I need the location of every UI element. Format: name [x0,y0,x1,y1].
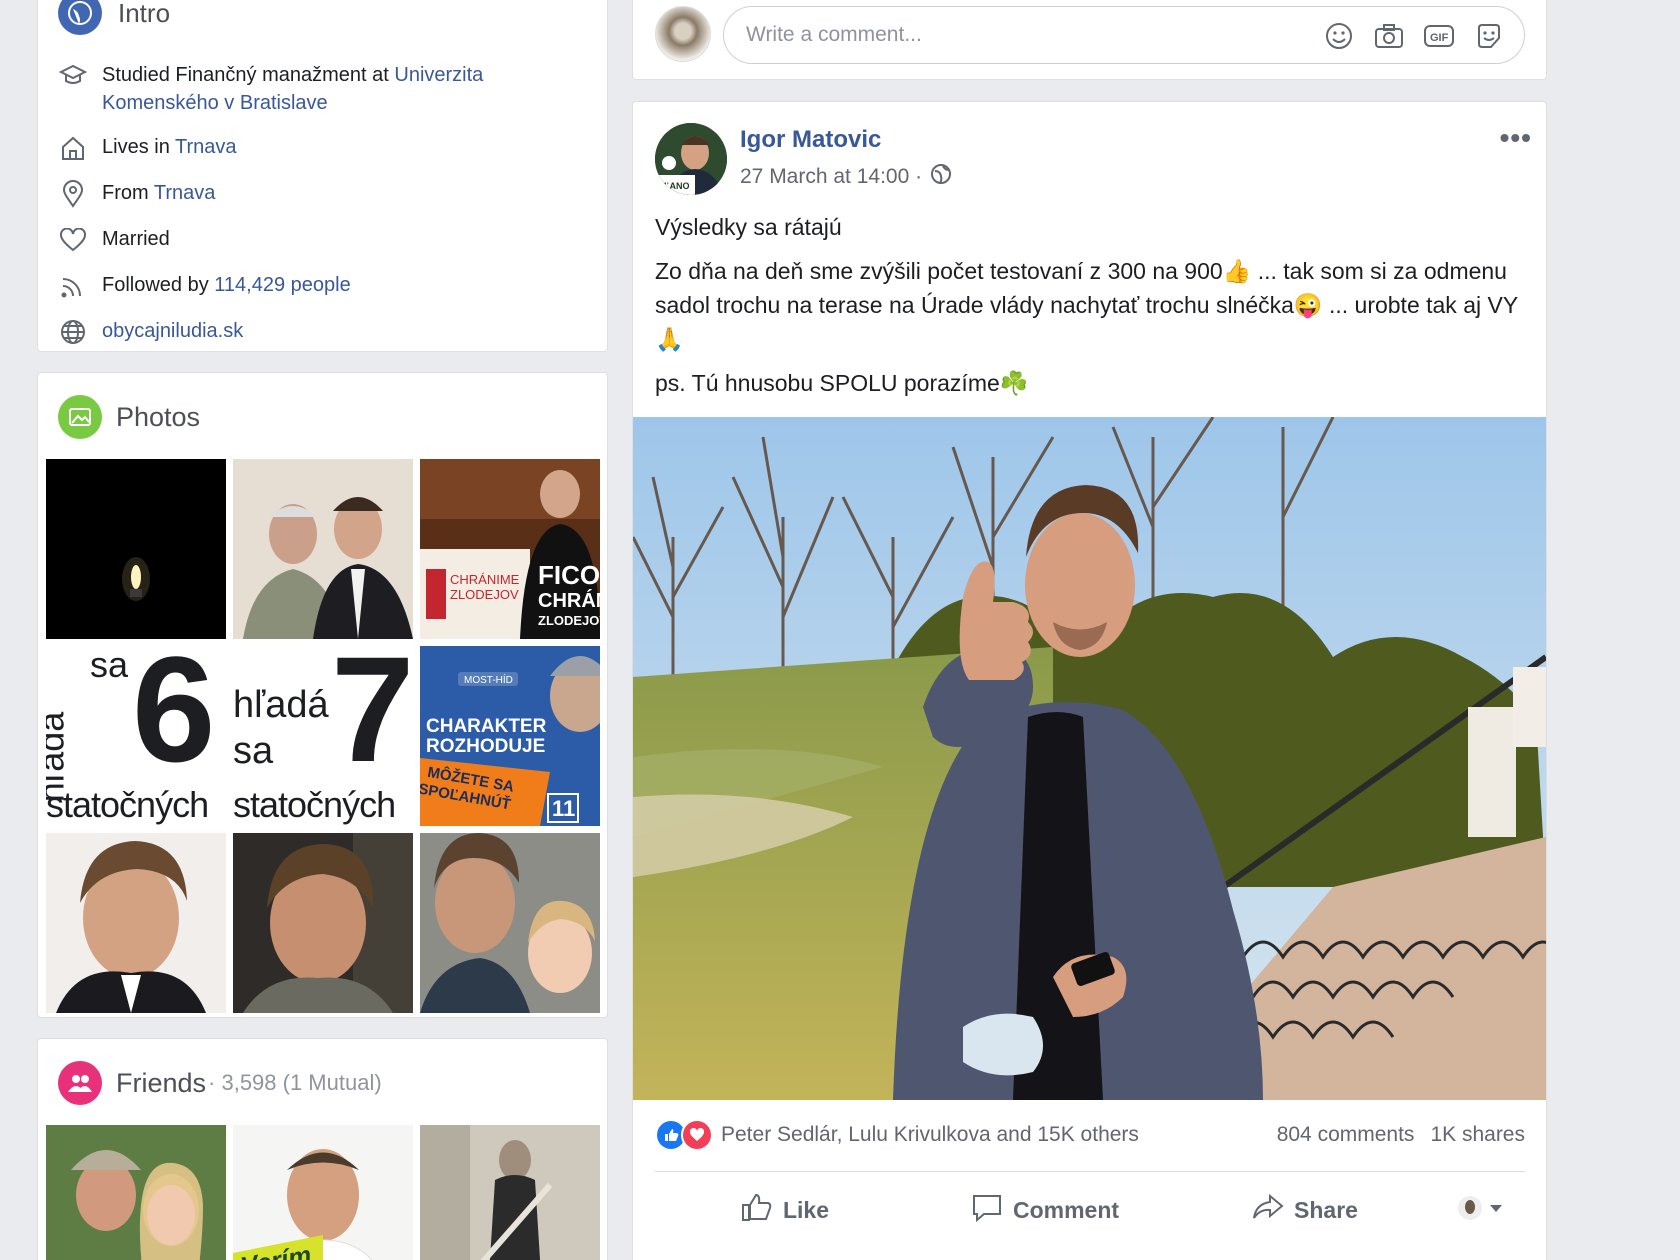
emoji-icon[interactable] [1324,21,1354,51]
svg-text:ZLODEJOV: ZLODEJOV [450,587,519,602]
intro-header: Intro [58,0,170,35]
intro-card: Intro Studied Finančný manažment at Univ… [37,0,608,352]
photo-parliament[interactable]: CHRÁNIME ZLODEJOV FICO CHRÁNI ZLODEJOV [420,459,600,639]
like-button[interactable]: Like [655,1192,915,1228]
gif-icon[interactable]: GIF [1424,21,1454,51]
photo-two-men[interactable] [233,459,413,639]
post-text-title: Výsledky sa rátajú [655,214,842,240]
post-card: OĽANO Igor Matovic 27 March at 14:00 · •… [632,101,1547,1260]
share-button[interactable]: Share [1175,1193,1435,1227]
post-text-ps: ps. Tú hnusobu SPOLU porazíme☘️ [655,370,1029,396]
web-globe-icon [58,317,88,347]
public-globe-icon[interactable] [930,163,952,191]
location-pin-icon [58,179,88,209]
small-avatar-icon [1457,1195,1483,1226]
home-icon [58,133,88,163]
svg-text:Verím: Verím [238,1239,313,1260]
photo-most-hid-poster[interactable]: MOST-HÍD CHARAKTER ROZHODUJE MÔŽETE SA S… [420,646,600,826]
friends-icon [58,1061,102,1105]
post-text: Výsledky sa rátajú Zo dňa na deň sme zvý… [655,210,1525,410]
comment-button[interactable]: Comment [915,1192,1175,1228]
share-label: Share [1294,1196,1358,1223]
intro-title: Intro [118,0,171,28]
intro-relationship: Married [58,225,588,255]
svg-text:11: 11 [552,796,575,821]
svg-text:CHRÁNIME: CHRÁNIME [450,572,520,587]
comment-input[interactable]: Write a comment... GIF [723,6,1525,64]
comment-label: Comment [1012,1196,1120,1223]
photos-icon [58,395,102,439]
lives-link[interactable]: Trnava [175,136,237,158]
friend-photo-couple[interactable] [46,1125,226,1260]
post-actions: Like Comment Share [655,1180,1525,1240]
reactions-bar: Peter Sedlár, Lulu Krivulkova and 15K ot… [655,1119,1525,1151]
photo-hlada-sa-7[interactable]: hľadá sa 7 statočných [233,646,413,826]
rss-icon [58,271,88,301]
shares-count[interactable]: 1K shares [1430,1123,1525,1147]
friends-title: Friends [116,1067,207,1098]
photos-grid: CHRÁNIME ZLODEJOV FICO CHRÁNI ZLODEJOV h… [46,459,600,1013]
comment-placeholder: Write a comment... [746,23,922,46]
svg-text:CHRÁNI: CHRÁNI [538,589,600,612]
photo-with-child[interactable] [420,833,600,1013]
intro-followers: Followed by 114,429 people [58,271,588,301]
share-arrow-icon [1252,1193,1284,1227]
comments-count[interactable]: 804 comments [1277,1123,1415,1147]
reaction-icons[interactable] [655,1119,713,1151]
friends-grid: Verím [46,1125,600,1260]
author-avatar[interactable]: OĽANO [655,123,727,195]
friends-count: · 3,598 (1 Mutual) [208,1070,382,1095]
reactions-summary[interactable]: Peter Sedlár, Lulu Krivulkova and 15K ot… [721,1123,1139,1147]
intro-from: From Trnava [58,179,588,209]
followers-link[interactable]: 114,429 people [214,274,350,296]
photo-portrait[interactable] [46,833,226,1013]
intro-lives: Lives in Trnava [58,133,588,163]
divider [655,1171,1525,1172]
comment-bubble-icon [971,1192,1003,1228]
post-photo[interactable] [633,417,1546,1100]
svg-text:FICO: FICO [538,560,600,590]
svg-text:ROZHODUJE: ROZHODUJE [426,736,545,757]
audience-selector[interactable] [1435,1195,1525,1226]
comment-box-card: Write a comment... GIF [632,0,1547,80]
intro-education: Studied Finančný manažment at Univerzita… [58,61,588,117]
graduation-cap-icon [58,61,88,91]
sticker-icon[interactable] [1474,21,1504,51]
svg-text:GIF: GIF [1430,32,1449,44]
user-avatar[interactable] [655,6,711,62]
post-timestamp[interactable]: 27 March at 14:00 · [740,165,922,189]
friends-card: Friends · 3,598 (1 Mutual) Verím [37,1038,608,1260]
svg-text:CHARAKTER: CHARAKTER [426,716,547,737]
love-reaction-icon [681,1119,713,1151]
friend-photo-verim[interactable]: Verím [233,1125,413,1260]
friend-photo-vintage[interactable] [420,1125,600,1260]
svg-text:ZLODEJOV: ZLODEJOV [538,613,600,628]
intro-website: obycajniludia.sk [58,317,588,347]
photos-card: Photos CHRÁNIME ZLODEJOV FICO CHRÁ ZLODE… [37,372,608,1018]
svg-text:MOST-HÍD: MOST-HÍD [464,673,513,686]
friends-header[interactable]: Friends · 3,598 (1 Mutual) [58,1061,382,1105]
post-meta: 27 March at 14:00 · [740,163,952,191]
photos-header[interactable]: Photos [58,395,200,439]
more-options-icon[interactable]: ••• [1500,122,1532,154]
svg-text:OĽANO: OĽANO [657,181,690,191]
website-link[interactable]: obycajniludia.sk [102,317,243,345]
thumbs-up-icon [741,1192,773,1228]
caret-down-icon [1489,1201,1503,1219]
photo-hlada-sa-6[interactable]: hľadá sa 6 statočných [46,646,226,826]
camera-icon[interactable] [1374,21,1404,51]
heart-icon [58,225,88,255]
photos-title: Photos [116,401,201,432]
globe-icon [58,0,102,35]
post-author-link[interactable]: Igor Matovic [740,126,881,154]
photo-portrait-dark[interactable] [233,833,413,1013]
like-label: Like [782,1196,830,1223]
from-link[interactable]: Trnava [154,182,216,204]
post-text-body: Zo dňa na deň sme zvýšili počet testovan… [655,258,1519,352]
photo-candle[interactable] [46,459,226,639]
